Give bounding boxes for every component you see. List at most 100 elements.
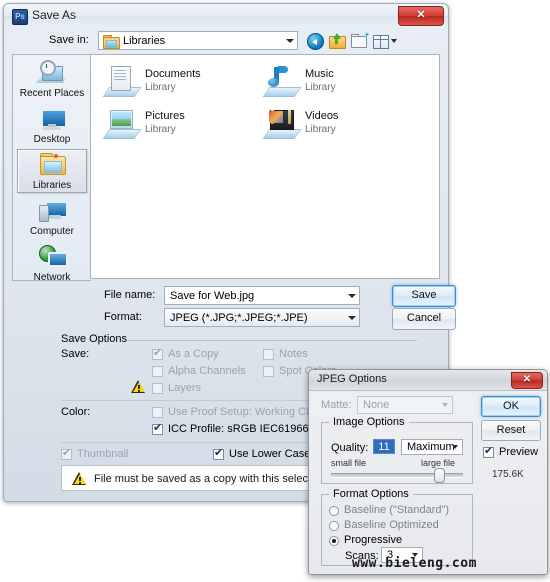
save-in-label: Save in:: [49, 34, 89, 46]
ok-button[interactable]: OK: [481, 396, 541, 417]
sidebar-item-recent-places[interactable]: Recent Places: [17, 57, 87, 101]
sidebar-item-libraries[interactable]: Libraries: [17, 149, 87, 193]
checkbox-box: [152, 366, 163, 377]
format-value: JPEG (*.JPG;*.JPEG;*.JPE): [170, 312, 308, 324]
file-name-input[interactable]: Save for Web.jpg: [164, 286, 360, 305]
radio-button: [329, 521, 339, 531]
reset-button[interactable]: Reset: [481, 420, 541, 441]
quality-slider-thumb[interactable]: [434, 468, 445, 483]
chevron-down-icon: [348, 316, 356, 320]
documents-library-icon: [102, 66, 142, 98]
matte-combo[interactable]: None: [357, 396, 453, 414]
save-in-row: Save in: Libraries ✦: [12, 30, 440, 52]
save-as-title: Save As: [32, 8, 77, 22]
videos-library-icon: [262, 108, 302, 140]
checkbox-box: [213, 447, 224, 460]
radio-label: Baseline ("Standard"): [344, 504, 450, 516]
photoshop-icon: Ps: [12, 9, 28, 25]
format-combo[interactable]: JPEG (*.JPG;*.JPEG;*.JPE): [164, 308, 360, 327]
radio-label: Baseline Optimized: [344, 519, 439, 531]
back-button[interactable]: [306, 32, 325, 50]
list-item-subtitle: Library: [305, 124, 336, 135]
views-button[interactable]: [372, 32, 397, 50]
desktop-icon: [38, 106, 67, 132]
checkbox-box: [263, 366, 274, 377]
list-item[interactable]: Music Library: [261, 63, 421, 103]
jpeg-options-title: JPEG Options: [317, 373, 387, 385]
list-item-subtitle: Library: [145, 82, 176, 93]
checkbox-label: Use Proof Setup: Working CMYK: [168, 406, 330, 418]
save-in-combo[interactable]: Libraries: [98, 31, 298, 50]
cancel-button[interactable]: Cancel: [392, 308, 456, 330]
file-list[interactable]: Documents Library Music Library Pictures…: [90, 54, 440, 279]
group-divider: [127, 340, 417, 341]
new-folder-button[interactable]: ✦: [350, 32, 370, 50]
checkbox-label: Preview: [499, 446, 539, 458]
list-item-subtitle: Library: [145, 124, 176, 135]
save-button[interactable]: Save: [392, 285, 456, 307]
quality-preset-combo[interactable]: Maximum: [401, 439, 463, 455]
sidebar-item-label: Computer: [30, 226, 74, 237]
chevron-down-icon: [442, 403, 448, 407]
checkbox-label: Layers: [168, 382, 202, 394]
list-item[interactable]: Documents Library: [101, 63, 261, 103]
checkbox-box: [152, 383, 163, 394]
large-file-label: large file: [421, 458, 456, 468]
quality-input[interactable]: 11: [373, 439, 395, 454]
save-options-title: Save Options: [61, 333, 128, 345]
jpeg-options-titlebar[interactable]: JPEG Options ✕: [309, 370, 547, 391]
browse-panel: Save in: Libraries ✦ Recent Places Deskt…: [12, 30, 440, 283]
list-item[interactable]: Videos Library: [261, 105, 421, 145]
sidebar-item-label: Libraries: [32, 180, 72, 191]
checkbox-box: [152, 422, 163, 435]
sidebar-item-label: Recent Places: [19, 88, 85, 99]
music-library-icon: [262, 66, 302, 98]
small-file-label: small file: [331, 458, 367, 468]
quality-preset-value: Maximum: [407, 441, 455, 453]
checkbox-box: [61, 447, 72, 460]
checkbox-box: [152, 407, 163, 418]
jpeg-options-dialog: JPEG Options ✕ Matte: None Image Options…: [308, 369, 548, 575]
screen: Ps Save As ✕ Save in: Libraries ✦ Recent…: [0, 0, 550, 582]
name-and-format-rows: File name: Save for Web.jpg Format: JPEG…: [12, 285, 456, 330]
sidebar-item-label: Desktop: [33, 134, 71, 145]
close-icon[interactable]: ✕: [511, 372, 543, 389]
list-item-name: Music: [305, 68, 334, 80]
up-one-level-button[interactable]: [328, 32, 347, 50]
matte-label: Matte:: [321, 399, 352, 411]
radio-button: [329, 536, 339, 546]
chevron-down-icon: [286, 39, 294, 43]
network-icon: [38, 244, 68, 270]
radio-label: Progressive: [344, 534, 403, 546]
chevron-down-icon: [452, 445, 458, 449]
checkbox-label: ICC Profile: sRGB IEC61966-2.1: [168, 423, 328, 435]
checkbox-box: [483, 445, 494, 458]
quality-label: Quality:: [331, 442, 369, 454]
computer-icon: [38, 198, 68, 224]
checkbox-label: As a Copy: [168, 348, 219, 360]
color-row-label: Color:: [61, 406, 91, 418]
checkbox-box: [263, 349, 274, 360]
sidebar-item-network[interactable]: Network: [17, 241, 87, 285]
warning-message: File must be saved as a copy with this s…: [94, 473, 329, 485]
checkbox-label: Alpha Channels: [168, 365, 246, 377]
warning-icon: [131, 380, 146, 393]
close-icon[interactable]: ✕: [398, 6, 444, 26]
save-row-label: Save:: [61, 348, 90, 360]
sidebar-item-label: Network: [33, 272, 71, 283]
sidebar-item-desktop[interactable]: Desktop: [17, 103, 87, 147]
format-options-legend: Format Options: [329, 488, 413, 500]
checkbox-label: Thumbnail: [77, 448, 129, 460]
radio-button: [329, 506, 339, 516]
list-item[interactable]: Pictures Library: [101, 105, 261, 145]
save-as-titlebar[interactable]: Ps Save As ✕: [4, 4, 448, 28]
chevron-down-icon: [348, 294, 356, 298]
file-name-label: File name:: [104, 289, 156, 301]
save-in-value: Libraries: [123, 35, 166, 47]
list-item-name: Pictures: [145, 110, 185, 122]
image-options-legend: Image Options: [329, 416, 409, 428]
places-bar: Recent Places Desktop Libraries Computer…: [12, 54, 91, 283]
sidebar-item-computer[interactable]: Computer: [17, 195, 87, 239]
format-label: Format:: [104, 311, 142, 323]
list-item-subtitle: Library: [305, 82, 336, 93]
